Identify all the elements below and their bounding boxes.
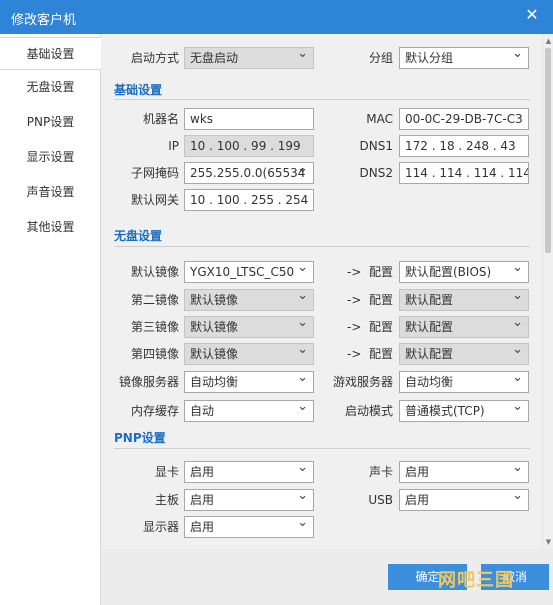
title-bar: 修改客户机 ✕ — [0, 0, 553, 34]
scroll-down-icon[interactable]: ▼ — [545, 537, 552, 547]
boot-method-label: 启动方式 — [130, 51, 179, 65]
window-title: 修改客户机 — [11, 13, 77, 28]
hostname-label: 机器名 — [142, 112, 179, 126]
sidebar-item-label: 无盘设置 — [26, 80, 75, 94]
config-label: 配置 — [368, 293, 393, 307]
config-label: 配置 — [368, 347, 393, 361]
ip-label: IP — [168, 139, 179, 153]
scroll-thumb[interactable] — [545, 48, 551, 253]
sidebar-item-label: 声音设置 — [26, 185, 75, 199]
sidebar-item-label: 其他设置 — [26, 220, 75, 234]
image-server-label: 镜像服务器 — [118, 375, 179, 389]
image-server-select[interactable]: 自动均衡 — [184, 371, 314, 393]
gpu-select[interactable]: 启用 — [184, 461, 314, 483]
dialog-footer: 确定 取消 网吧三国 — [101, 549, 553, 605]
gpu-label: 显卡 — [154, 465, 179, 479]
sidebar-item-label: 基础设置 — [26, 47, 75, 61]
settings-panel: 启动方式 无盘启动 分组 默认分组 基础设置 机器名 wks MAC 00-0C… — [101, 34, 542, 549]
gateway-input[interactable]: 10 . 100 . 255 . 254 — [184, 189, 314, 211]
motherboard-label: 主板 — [154, 493, 179, 507]
monitor-select[interactable]: 启用 — [184, 516, 314, 538]
vertical-scrollbar[interactable]: ▲ ▼ — [542, 34, 553, 549]
config-3-select: 默认配置 — [399, 316, 529, 338]
arrow-label: -> — [347, 320, 362, 334]
section-divider — [114, 448, 530, 449]
dns2-input[interactable]: 114 . 114 . 114 . 114 — [399, 162, 529, 184]
dns1-input[interactable]: 172 . 18 . 248 . 43 — [399, 135, 529, 157]
subnet-mask-select[interactable]: 255.255.0.0(65534 — [184, 162, 314, 184]
section-diskless-title: 无盘设置 — [114, 229, 163, 243]
game-server-label: 游戏服务器 — [332, 375, 393, 389]
boot-mode-label: 启动模式 — [344, 404, 393, 418]
sound-card-select[interactable]: 启用 — [399, 461, 529, 483]
config-label: 配置 — [368, 320, 393, 334]
config-1-select[interactable]: 默认配置(BIOS) — [399, 261, 529, 283]
section-divider — [114, 246, 530, 247]
image-3-label: 第三镜像 — [130, 320, 179, 334]
image-2-select: 默认镜像 — [184, 289, 314, 311]
ip-input[interactable]: 10 . 100 . 99 . 199 — [184, 135, 314, 157]
watermark-logo: 网吧三国 — [438, 570, 514, 591]
arrow-label: -> — [347, 293, 362, 307]
memory-cache-select[interactable]: 自动 — [184, 400, 314, 422]
close-icon[interactable]: ✕ — [523, 6, 541, 24]
image-1-select[interactable]: YGX10_LTSC_C50 — [184, 261, 314, 283]
config-label: 配置 — [368, 265, 393, 279]
image-3-select: 默认镜像 — [184, 316, 314, 338]
dns1-label: DNS1 — [359, 139, 393, 153]
sidebar-item-diskless[interactable]: 无盘设置 — [0, 71, 101, 104]
usb-select[interactable]: 启用 — [399, 489, 529, 511]
image-4-label: 第四镜像 — [130, 347, 179, 361]
sidebar-item-display[interactable]: 显示设置 — [0, 141, 101, 174]
image-4-select: 默认镜像 — [184, 343, 314, 365]
group-label: 分组 — [368, 51, 393, 65]
game-server-select[interactable]: 自动均衡 — [399, 371, 529, 393]
usb-label: USB — [368, 493, 393, 507]
sidebar-item-basic[interactable]: 基础设置 — [0, 37, 101, 70]
mac-input[interactable]: 00-0C-29-DB-7C-C3 — [399, 108, 529, 130]
monitor-label: 显示器 — [142, 520, 179, 534]
image-1-label: 默认镜像 — [130, 265, 179, 279]
sound-card-label: 声卡 — [368, 465, 393, 479]
subnet-mask-label: 子网掩码 — [130, 166, 179, 180]
arrow-label: -> — [347, 347, 362, 361]
hostname-input[interactable]: wks — [184, 108, 314, 130]
sidebar-item-label: 显示设置 — [26, 150, 75, 164]
scroll-up-icon[interactable]: ▲ — [545, 36, 552, 46]
sidebar-item-sound[interactable]: 声音设置 — [0, 176, 101, 209]
mac-label: MAC — [366, 112, 393, 126]
config-4-select: 默认配置 — [399, 343, 529, 365]
group-select[interactable]: 默认分组 — [399, 47, 529, 69]
memory-cache-label: 内存缓存 — [130, 404, 179, 418]
sidebar-item-pnp[interactable]: PNP设置 — [0, 106, 101, 139]
section-pnp-title: PNP设置 — [114, 431, 166, 445]
boot-method-select: 无盘启动 — [184, 47, 314, 69]
arrow-label: -> — [347, 265, 362, 279]
dns2-label: DNS2 — [359, 166, 393, 180]
motherboard-select[interactable]: 启用 — [184, 489, 314, 511]
sidebar: 基础设置 无盘设置 PNP设置 显示设置 声音设置 其他设置 — [0, 34, 101, 605]
config-2-select: 默认配置 — [399, 289, 529, 311]
gateway-label: 默认网关 — [130, 193, 179, 207]
image-2-label: 第二镜像 — [130, 293, 179, 307]
section-divider — [114, 99, 530, 100]
sidebar-item-label: PNP设置 — [26, 115, 75, 129]
section-basic-title: 基础设置 — [114, 83, 163, 97]
sidebar-item-other[interactable]: 其他设置 — [0, 211, 101, 244]
boot-mode-select[interactable]: 普通模式(TCP) — [399, 400, 529, 422]
